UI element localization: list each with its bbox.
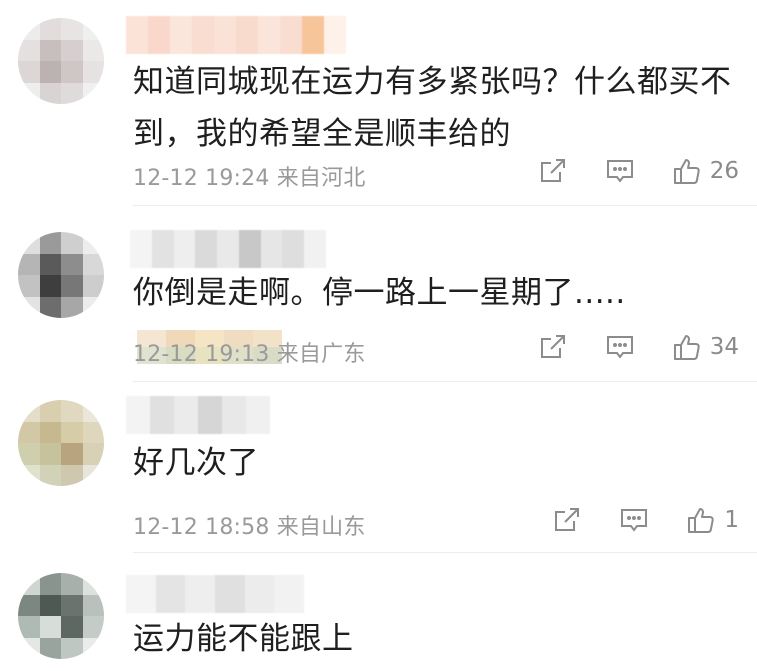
location: 来自广东 [276, 342, 366, 367]
comment-meta: 12-12 18:58 来自山东 [133, 509, 366, 541]
username-blurred[interactable] [126, 16, 346, 54]
username-blurred[interactable] [130, 230, 327, 268]
comment-actions: 1 [552, 505, 739, 535]
comment-item: 知道同城现在运力有多紧张吗？什么都买不 到，我的希望全是顺丰给的 12-12 1… [0, 0, 757, 205]
comment-actions: 26 [538, 156, 739, 186]
location: 来自河北 [276, 166, 366, 191]
avatar[interactable] [18, 400, 104, 486]
comment-text: 运力能不能跟上 [133, 613, 354, 665]
like-count: 26 [709, 158, 739, 184]
comment-icon[interactable] [605, 332, 635, 362]
comment-text-line: 你倒是走啊。停一路上一星期了..... [133, 275, 626, 311]
comment-item: 你倒是走啊。停一路上一星期了..... 12-12 19:13 来自广东 34 [0, 206, 757, 381]
comment-meta: 12-12 19:13 来自广东 [133, 336, 366, 368]
thumbs-up-icon[interactable] [672, 332, 702, 362]
avatar[interactable] [18, 18, 104, 104]
username-blurred[interactable] [126, 396, 270, 434]
comment-meta: 12-12 19:24 来自河北 [133, 160, 366, 192]
thumbs-up-icon[interactable] [686, 505, 716, 535]
share-icon[interactable] [552, 505, 582, 535]
thumbs-up-icon[interactable] [672, 156, 702, 186]
timestamp: 12-12 18:58 [133, 515, 270, 540]
timestamp: 12-12 19:24 [133, 166, 270, 191]
timestamp: 12-12 19:13 [133, 342, 270, 367]
comment-text: 好几次了 [133, 437, 259, 489]
comment-text-line: 到，我的希望全是顺丰给的 [133, 116, 511, 152]
comment-item: 运力能不能跟上 [0, 553, 757, 671]
avatar[interactable] [18, 232, 104, 318]
comment-text: 知道同城现在运力有多紧张吗？什么都买不 到，我的希望全是顺丰给的 [133, 56, 732, 160]
comment-item: 好几次了 12-12 18:58 来自山东 1 [0, 382, 757, 552]
share-icon[interactable] [538, 156, 568, 186]
comment-icon[interactable] [605, 156, 635, 186]
comment-text-line: 知道同城现在运力有多紧张吗？什么都买不 [133, 64, 732, 100]
share-icon[interactable] [538, 332, 568, 362]
username-blurred[interactable] [126, 575, 305, 613]
comment-text-line: 运力能不能跟上 [133, 621, 354, 657]
comment-actions: 34 [538, 332, 739, 362]
comment-icon[interactable] [619, 505, 649, 535]
location: 来自山东 [276, 515, 366, 540]
avatar[interactable] [18, 573, 104, 659]
like-count: 34 [709, 334, 739, 360]
like-count: 1 [724, 507, 739, 533]
comment-text-line: 好几次了 [133, 445, 259, 481]
